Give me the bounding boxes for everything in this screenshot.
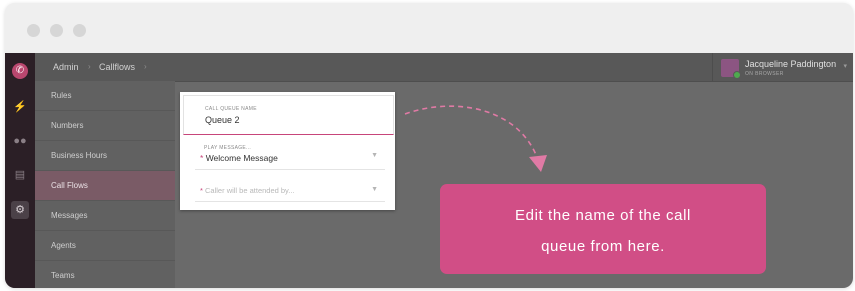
sidebar-item-agents[interactable]: Agents xyxy=(35,231,175,261)
breadcrumb-separator: › xyxy=(88,62,91,71)
queue-name-field[interactable]: CALL QUEUE NAME Queue 2 xyxy=(183,95,394,135)
sidebar-item-call-flows[interactable]: Call Flows xyxy=(35,171,175,201)
caller-attended-value: * Caller will be attended by... xyxy=(200,186,295,195)
admin-sidebar: Rules Numbers Business Hours Call Flows … xyxy=(35,81,175,288)
sidebar-item-numbers[interactable]: Numbers xyxy=(35,111,175,141)
settings-gear-icon[interactable]: ⚙ xyxy=(11,201,29,219)
chevron-down-icon[interactable]: ▼ xyxy=(371,186,378,193)
play-message-selected: Welcome Message xyxy=(205,153,278,163)
sidebar-item-rules[interactable]: Rules xyxy=(35,81,175,111)
sidebar-item-messages[interactable]: Messages xyxy=(35,201,175,231)
caller-attended-select[interactable]: * Caller will be attended by... ▼ xyxy=(183,176,392,206)
breadcrumb-separator: › xyxy=(144,62,147,71)
top-bar: Admin › Callflows › Jacqueline Paddingto… xyxy=(35,53,853,82)
window-minimize-dot[interactable] xyxy=(50,24,63,37)
play-message-value: * Welcome Message xyxy=(200,153,278,163)
window-titlebar xyxy=(5,3,853,53)
breadcrumb-admin[interactable]: Admin xyxy=(53,62,79,72)
play-message-select[interactable]: PLAY MESSAGE... * Welcome Message ▼ xyxy=(183,138,392,170)
phone-logo-icon[interactable]: ✆ xyxy=(12,63,28,79)
window-maximize-dot[interactable] xyxy=(73,24,86,37)
play-message-label: PLAY MESSAGE... xyxy=(204,145,252,151)
tooltip-text-line1: Edit the name of the call xyxy=(515,207,691,224)
online-status-dot xyxy=(733,71,741,79)
icon-rail: ✆ ⚡ ●● ▤ ⚙ xyxy=(5,53,35,288)
tooltip-text-line2: queue from here. xyxy=(541,238,665,255)
window-close-dot[interactable] xyxy=(27,24,40,37)
sidebar-item-teams[interactable]: Teams xyxy=(35,261,175,288)
breadcrumb-callflows[interactable]: Callflows xyxy=(99,62,135,72)
chevron-down-icon[interactable]: ▼ xyxy=(371,152,378,159)
user-name: Jacqueline Paddington xyxy=(745,59,837,69)
call-queue-form: CALL QUEUE NAME Queue 2 PLAY MESSAGE... … xyxy=(180,92,395,210)
user-status: ON BROWSER xyxy=(745,71,784,77)
people-icon[interactable]: ●● xyxy=(11,132,29,150)
queue-name-input[interactable]: Queue 2 xyxy=(205,115,240,125)
field-divider xyxy=(195,201,385,202)
required-mark: * xyxy=(200,153,204,163)
onboarding-tooltip: Edit the name of the call queue from her… xyxy=(440,184,766,274)
sidebar-item-business-hours[interactable]: Business Hours xyxy=(35,141,175,171)
bolt-icon[interactable]: ⚡ xyxy=(11,98,29,116)
field-divider xyxy=(195,169,385,170)
required-mark: * xyxy=(200,186,203,195)
chevron-down-icon[interactable]: ▾ xyxy=(843,62,847,70)
queue-name-label: CALL QUEUE NAME xyxy=(205,106,257,112)
contact-card-icon[interactable]: ▤ xyxy=(11,166,29,184)
caller-attended-placeholder: Caller will be attended by... xyxy=(205,186,295,195)
user-menu[interactable]: Jacqueline Paddington ON BROWSER ▾ xyxy=(712,53,853,81)
